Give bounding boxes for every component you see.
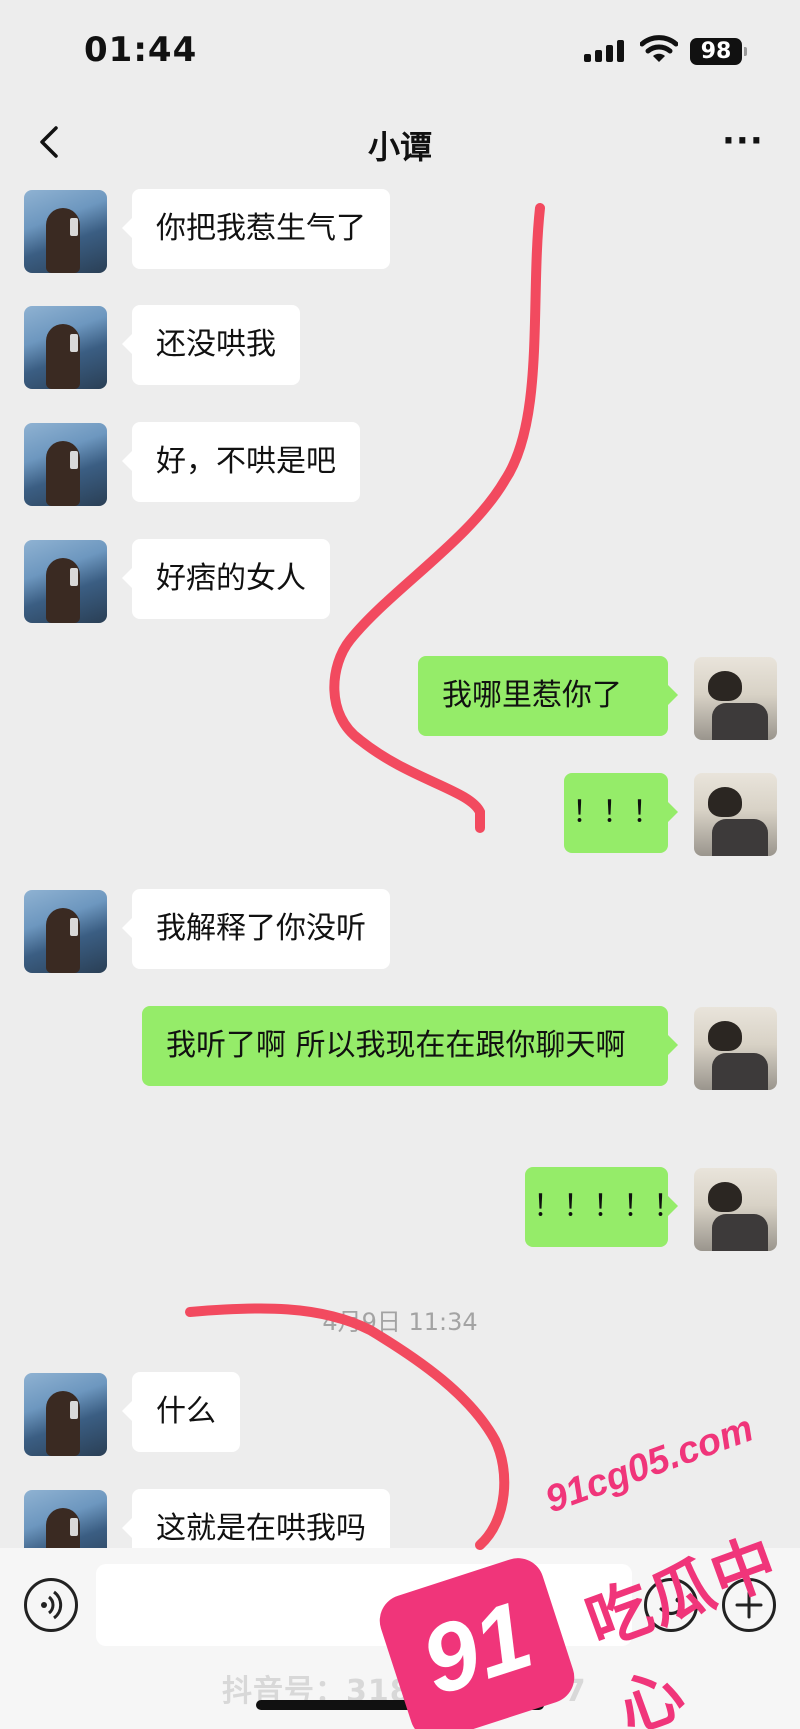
wifi-icon [640,35,678,62]
incoming-message[interactable]: 好，不哄是吧 [122,422,360,502]
chat-header: 小谭 ··· [0,100,800,182]
site-logo-domain: 91cg05.com [540,1407,759,1522]
outgoing-message[interactable]: ！！！ [564,773,678,853]
contact-avatar[interactable] [24,540,107,623]
user-avatar[interactable] [694,1007,777,1090]
contact-avatar[interactable] [24,190,107,273]
status-bar: 01:44 98 [0,0,800,100]
incoming-message[interactable]: 好痞的女人 [122,539,330,619]
cellular-signal-icon [584,40,626,62]
contact-avatar[interactable] [24,306,107,389]
more-dots-icon[interactable]: ··· [722,124,766,158]
user-avatar[interactable] [694,773,777,856]
status-time: 01:44 [84,30,198,70]
incoming-message[interactable]: 什么 [122,1372,240,1452]
outgoing-message[interactable]: 我哪里惹你了 [418,656,678,736]
incoming-message[interactable]: 还没哄我 [122,305,300,385]
outgoing-message[interactable]: 我听了啊 所以我现在在跟你聊天啊 [142,1006,678,1086]
message-timestamp: 4月9日 11:34 [322,1308,478,1336]
chat-title: 小谭 [367,128,432,166]
user-avatar[interactable] [694,657,777,740]
incoming-message[interactable]: 我解释了你没听 [122,889,390,969]
outgoing-message[interactable]: ！！！！！ [525,1167,683,1247]
contact-avatar[interactable] [24,423,107,506]
voice-icon[interactable] [24,1578,78,1632]
contact-avatar[interactable] [24,890,107,973]
contact-avatar[interactable] [24,1373,107,1456]
battery-indicator: 98 [690,38,747,65]
incoming-message[interactable]: 你把我惹生气了 [122,189,390,269]
user-avatar[interactable] [694,1168,777,1251]
